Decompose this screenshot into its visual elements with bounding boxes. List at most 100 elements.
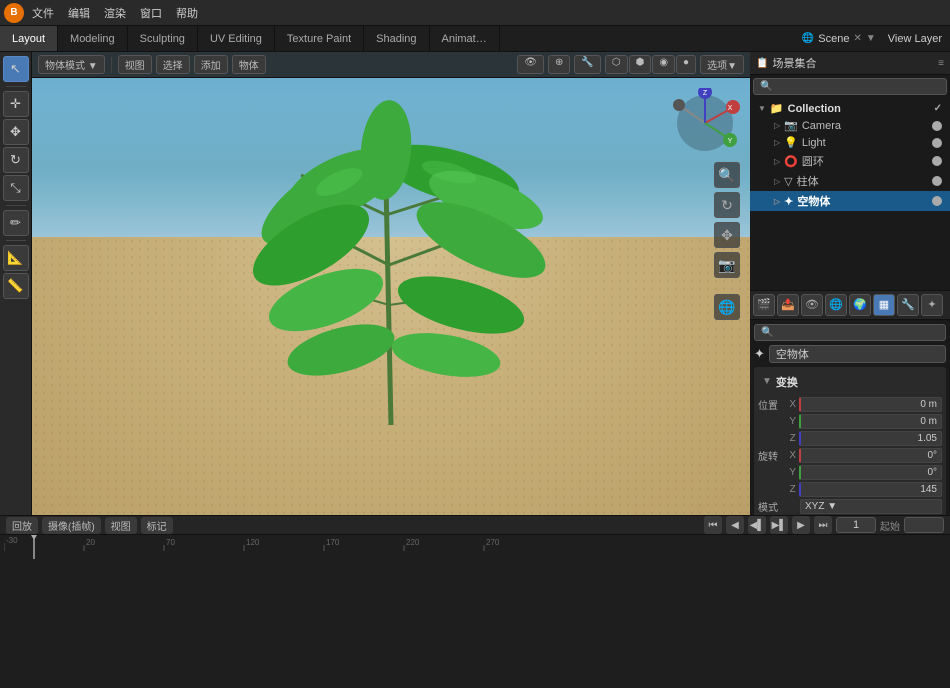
menu-help[interactable]: 帮助 — [170, 3, 204, 23]
collection-check[interactable]: ✓ — [934, 103, 942, 114]
rotation-x-row: 旋转 X — [758, 448, 942, 463]
nav-world-icon[interactable]: 🌐 — [714, 294, 740, 320]
nav-zoom-icon[interactable]: 🔍 — [714, 162, 740, 188]
viewport-gizmo-toggle[interactable]: ⊕ — [548, 55, 570, 74]
nav-pan-icon[interactable]: ✥ — [714, 222, 740, 248]
empty-check[interactable] — [932, 196, 942, 206]
tool-select[interactable]: ↖ — [3, 56, 29, 82]
shading-solid[interactable]: ⬢ — [629, 55, 652, 74]
prop-tab-scene[interactable]: 🌐 — [825, 294, 847, 316]
object-name-field[interactable] — [769, 345, 946, 363]
rotation-y-row: Y — [758, 465, 942, 480]
shading-wireframe[interactable]: ⬡ — [605, 55, 628, 74]
position-z-field[interactable] — [799, 431, 942, 446]
play-next-frame[interactable]: ▶▌ — [770, 516, 788, 534]
play-prev-frame[interactable]: ◀▌ — [748, 516, 766, 534]
tool-annotate[interactable]: ✏ — [3, 210, 29, 236]
empty-label: 空物体 — [797, 193, 830, 209]
play-next-keyframe[interactable]: ▶ — [792, 516, 810, 534]
camera-vis — [932, 121, 942, 131]
tab-sculpting[interactable]: Sculpting — [128, 26, 198, 51]
mode-value: XYZ ▼ — [805, 501, 837, 512]
menu-file[interactable]: 文件 — [26, 3, 60, 23]
tab-modeling[interactable]: Modeling — [58, 26, 128, 51]
circle-check[interactable] — [932, 156, 942, 166]
nav-rotate-icon[interactable]: ↻ — [714, 192, 740, 218]
start-frame-field[interactable] — [904, 517, 944, 533]
tool-measure[interactable]: 📐 — [3, 245, 29, 271]
viewport-overlay-toggle[interactable]: 👁 — [517, 55, 544, 74]
collection-visibility: ✓ — [934, 103, 942, 114]
prop-tab-world[interactable]: 🌍 — [849, 294, 871, 316]
scene-item-circle[interactable]: ▷ ⭕ 圆环 — [750, 151, 950, 171]
prop-tab-modifier[interactable]: 🔧 — [897, 294, 919, 316]
prop-search-input[interactable] — [773, 327, 939, 338]
tab-uv-editing[interactable]: UV Editing — [198, 26, 275, 51]
menu-object[interactable]: 物体 — [232, 55, 266, 74]
rotation-y-field[interactable] — [799, 465, 942, 480]
blender-logo[interactable]: B — [4, 3, 24, 23]
tool-move[interactable]: ✥ — [3, 119, 29, 145]
tab-layout[interactable]: Layout — [0, 26, 58, 51]
timeline-menu-keying[interactable]: 摄像(插帧) — [42, 517, 101, 534]
play-skip-end[interactable]: ⏭ — [814, 516, 832, 534]
tool-ruler[interactable]: 📏 — [3, 273, 29, 299]
play-skip-start[interactable]: ⏮ — [704, 516, 722, 534]
timeline-ruler[interactable]: -30 20 70 120 170 220 270 — [4, 535, 946, 688]
rotation-x-field[interactable] — [799, 448, 942, 463]
tool-cursor[interactable]: ✛ — [3, 91, 29, 117]
svg-text:Y: Y — [728, 138, 733, 145]
icon-spacer — [714, 282, 740, 290]
circle-arrow: ▷ — [774, 157, 780, 166]
tool-scale[interactable]: ⤡ — [3, 175, 29, 201]
viewport-mode-selector[interactable]: 物体模式 ▼ — [38, 55, 105, 74]
menu-edit[interactable]: 编辑 — [62, 3, 96, 23]
current-frame-field[interactable] — [836, 517, 876, 533]
shading-material[interactable]: ◉ — [652, 55, 675, 74]
empty-arrow: ▷ — [774, 197, 780, 206]
collection-icon: 📁 — [770, 102, 784, 115]
scene-item-light[interactable]: ▷ 💡 Light — [750, 134, 950, 151]
menu-view[interactable]: 视图 — [118, 55, 152, 74]
prop-tab-object[interactable]: ▦ — [873, 294, 895, 316]
tab-shading[interactable]: Shading — [364, 26, 429, 51]
timeline-menu-marker[interactable]: 标记 — [141, 517, 173, 534]
mode-selector[interactable]: XYZ ▼ — [800, 499, 942, 514]
scene-item-camera[interactable]: ▷ 📷 Camera — [750, 117, 950, 134]
play-prev-keyframe[interactable]: ◀ — [726, 516, 744, 534]
transform-header[interactable]: ▼ 变换 — [758, 371, 942, 393]
outliner-search-input[interactable] — [772, 81, 940, 92]
rotation-z-field[interactable] — [799, 482, 942, 497]
timeline-menu-playback[interactable]: 回放 — [6, 517, 38, 534]
viewport-gizmo[interactable]: X Z Y — [670, 88, 740, 158]
menu-render[interactable]: 渲染 — [98, 3, 132, 23]
menu-select[interactable]: 选择 — [156, 55, 190, 74]
camera-check[interactable] — [932, 121, 942, 131]
empty-icon: ✦ — [784, 195, 793, 208]
prop-tab-view[interactable]: 👁 — [801, 294, 823, 316]
tab-texture-paint[interactable]: Texture Paint — [275, 26, 364, 51]
menu-window[interactable]: 窗口 — [134, 3, 168, 23]
timeline-menu-view[interactable]: 视图 — [105, 517, 137, 534]
nav-camera-icon[interactable]: 📷 — [714, 252, 740, 278]
light-check[interactable] — [932, 138, 942, 148]
menu-add[interactable]: 添加 — [194, 55, 228, 74]
position-y-field[interactable] — [799, 414, 942, 429]
viewport-3d[interactable]: 物体模式 ▼ 视图 选择 添加 物体 👁 ⊕ 🔧 ⬡ ⬢ ◉ ● 选项▼ — [32, 52, 750, 515]
scene-item-cylinder[interactable]: ▷ ▽ 柱体 — [750, 171, 950, 191]
shading-rendered[interactable]: ● — [676, 55, 696, 74]
prop-tab-render[interactable]: 🎬 — [753, 294, 775, 316]
viewport-options[interactable]: 选项▼ — [700, 55, 744, 74]
prop-tab-particles[interactable]: ✦ — [921, 294, 943, 316]
tool-rotate[interactable]: ↻ — [3, 147, 29, 173]
outliner-options[interactable]: ≡ — [938, 58, 944, 69]
scene-collection-header[interactable]: ▼ 📁 Collection ✓ — [750, 100, 950, 117]
viewport-snap-toggle[interactable]: 🔧 — [574, 55, 600, 74]
right-side-panel: 📋 场景集合 ≡ 🔍 ▼ 📁 Collection ✓ — [750, 52, 950, 515]
scene-item-empty[interactable]: ▷ ✦ 空物体 — [750, 191, 950, 211]
tab-animation[interactable]: Animat… — [430, 26, 500, 51]
cylinder-check[interactable] — [932, 176, 942, 186]
prop-tab-output[interactable]: 📤 — [777, 294, 799, 316]
z-axis-label: Z — [788, 433, 797, 444]
position-x-field[interactable] — [799, 397, 942, 412]
